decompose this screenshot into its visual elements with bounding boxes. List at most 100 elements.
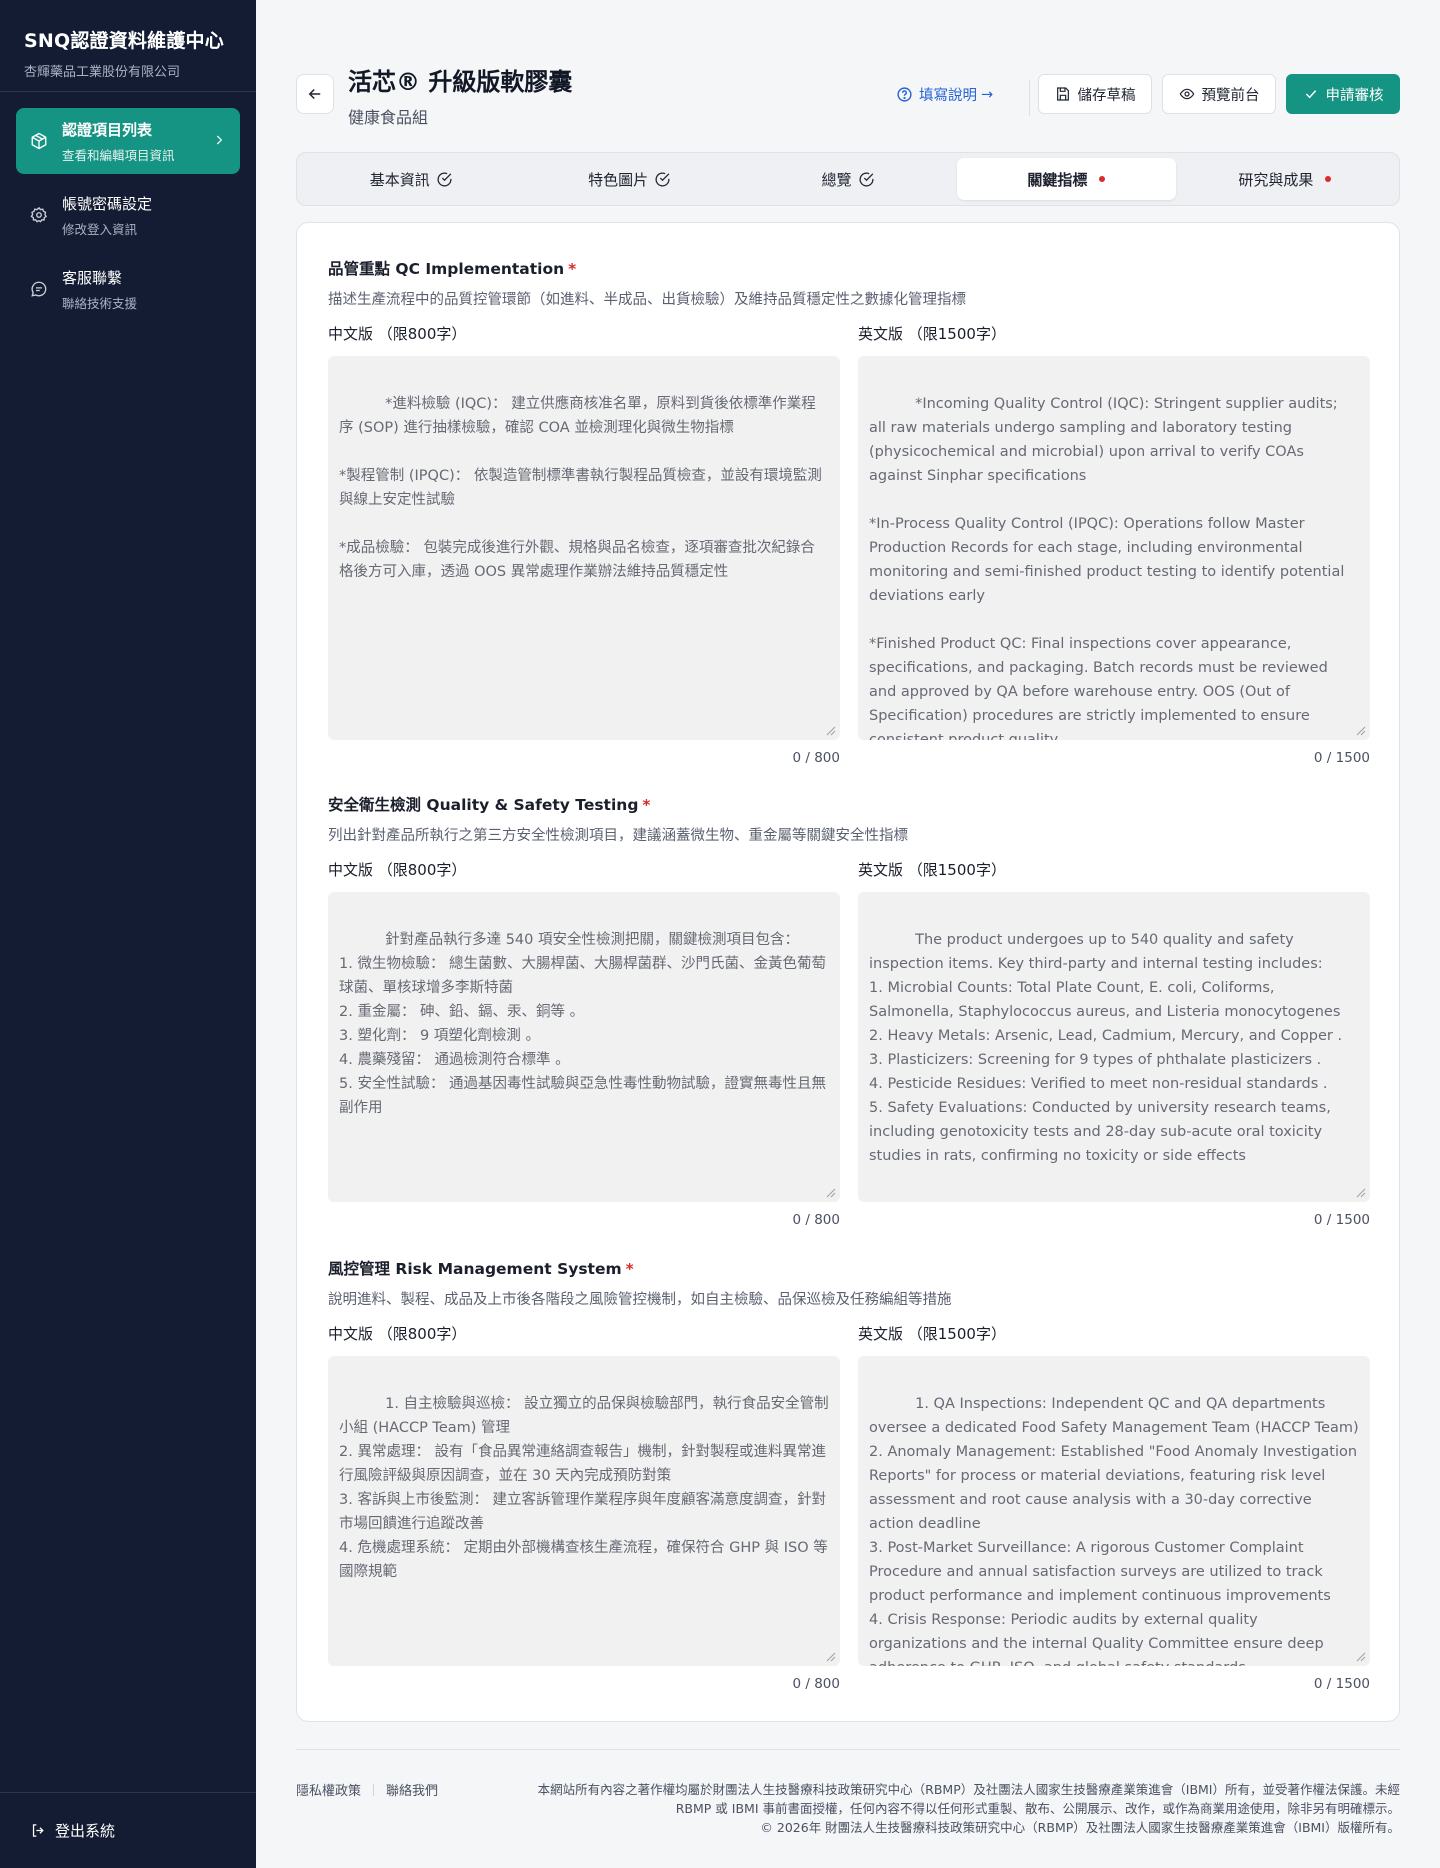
page-subtitle: 健康食品組 bbox=[348, 108, 429, 127]
tab-key-indicators[interactable]: 關鍵指標 bbox=[957, 158, 1176, 200]
submit-review-button[interactable]: 申請審核 bbox=[1286, 74, 1400, 114]
save-icon bbox=[1056, 87, 1069, 101]
sidebar-item-certification-list[interactable]: 認證項目列表 查看和編輯項目資訊 bbox=[16, 108, 240, 174]
sidebar-item-account-settings[interactable]: 帳號密碼設定 修改登入資訊 bbox=[16, 182, 240, 248]
tab-label: 關鍵指標 bbox=[1027, 170, 1088, 189]
en-label: 英文版 （限1500字） bbox=[858, 861, 1006, 879]
en-char-counter: 0 / 1500 bbox=[1313, 750, 1370, 766]
resize-handle-icon[interactable] bbox=[1354, 1186, 1366, 1198]
resize-handle-icon[interactable] bbox=[1354, 724, 1366, 736]
preview-label: 預覽前台 bbox=[1201, 87, 1260, 104]
logout-icon bbox=[32, 1824, 44, 1837]
sidebar: SNQ認證資料維護中心 杏輝藥品工業股份有限公司 認證項目列表 查看和編輯項目資… bbox=[0, 0, 256, 1868]
check-circle-icon bbox=[655, 172, 670, 187]
copyright-text: 本網站所有內容之著作權均屬於財團法人生技醫療科技政策研究中心（RBMP）及社團法… bbox=[537, 1782, 1400, 1816]
en-column: 英文版 （限1500字） *Incoming Quality Control (… bbox=[858, 323, 1370, 766]
zh-textarea[interactable]: 針對產品執行多達 540 項安全性檢測把關，關鍵檢測項目包含： 1. 微生物檢驗… bbox=[328, 892, 840, 1202]
question-circle-icon bbox=[897, 87, 912, 102]
section-description: 說明進料、製程、成品及上市後各階段之風險管控機制，如自主檢驗、品保巡檢及任務編組… bbox=[328, 1292, 952, 1308]
zh-text: 針對產品執行多達 540 項安全性檢測把關，關鍵檢測項目包含： 1. 微生物檢驗… bbox=[339, 932, 827, 1116]
required-dot bbox=[1325, 176, 1332, 182]
eye-icon bbox=[1179, 88, 1194, 100]
check-circle-icon bbox=[859, 172, 874, 187]
en-textarea[interactable]: 1. QA Inspections: Independent QC and QA… bbox=[858, 1356, 1370, 1666]
brand: SNQ認證資料維護中心 杏輝藥品工業股份有限公司 bbox=[0, 0, 256, 92]
en-label: 英文版 （限1500字） bbox=[858, 325, 1006, 343]
zh-textarea[interactable]: 1. 自主檢驗與巡檢： 設立獨立的品保與檢驗部門，執行食品安全管制小組 (HAC… bbox=[328, 1356, 840, 1666]
form-card: 品管重點 QC Implementation * 描述生產流程中的品質控管環節（如… bbox=[296, 222, 1400, 1722]
tab-label: 基本資訊 bbox=[369, 170, 430, 189]
resize-handle-icon[interactable] bbox=[824, 1650, 836, 1662]
tab-basic-info[interactable]: 基本資訊 bbox=[302, 158, 520, 200]
box-icon bbox=[30, 132, 48, 150]
chat-icon bbox=[30, 280, 48, 298]
arrow-right-icon: → bbox=[981, 86, 994, 103]
section-qc-implementation: 品管重點 QC Implementation * 描述生產流程中的品質控管環節（如… bbox=[328, 257, 1370, 766]
en-char-counter: 0 / 1500 bbox=[1313, 1212, 1370, 1228]
required-mark: * bbox=[625, 1260, 634, 1278]
save-draft-button[interactable]: 儲存草稿 bbox=[1038, 74, 1152, 114]
tab-overview[interactable]: 總覽 bbox=[739, 158, 957, 200]
en-label: 英文版 （限1500字） bbox=[858, 1325, 1006, 1343]
sidebar-item-label: 客服聯繫 bbox=[62, 268, 123, 287]
zh-textarea[interactable]: *進料檢驗 (IQC)： 建立供應商核准名單，原料到貨後依標準作業程序 (SOP… bbox=[328, 356, 840, 740]
section-title: 風控管理 Risk Management System * bbox=[328, 1260, 634, 1278]
zh-text: 1. 自主檢驗與巡檢： 設立獨立的品保與檢驗部門，執行食品安全管制小組 (HAC… bbox=[339, 1396, 829, 1580]
en-textarea[interactable]: The product undergoes up to 540 quality … bbox=[858, 892, 1370, 1202]
en-text: The product undergoes up to 540 quality … bbox=[869, 932, 1343, 1164]
copyright-line: © 2026年 財團法人生技醫療科技政策研究中心（RBMP）及社團法人國家生技醫… bbox=[760, 1820, 1400, 1835]
section-risk-management: 風控管理 Risk Management System * 說明進料、製程、成品及… bbox=[328, 1257, 1370, 1697]
help-link-label: 填寫說明 bbox=[919, 88, 977, 104]
en-column: 英文版 （限1500字） The product undergoes up to… bbox=[858, 859, 1370, 1228]
en-textarea[interactable]: *Incoming Quality Control (IQC): Stringe… bbox=[858, 356, 1370, 740]
contact-link[interactable]: 聯絡我們 bbox=[386, 1780, 438, 1799]
resize-handle-icon[interactable] bbox=[1354, 1650, 1366, 1662]
section-title: 安全衛生檢測 Quality & Safety Testing * bbox=[328, 796, 651, 814]
check-icon bbox=[1305, 90, 1316, 99]
help-link[interactable]: 填寫說明 → bbox=[896, 84, 993, 105]
preview-button[interactable]: 預覽前台 bbox=[1162, 74, 1276, 114]
logout-button[interactable]: 登出系統 bbox=[0, 1792, 256, 1868]
back-button[interactable] bbox=[296, 74, 334, 114]
required-mark: * bbox=[642, 796, 651, 814]
zh-char-counter: 0 / 800 bbox=[792, 1676, 841, 1692]
en-text: 1. QA Inspections: Independent QC and QA… bbox=[869, 1396, 1359, 1666]
logout-label: 登出系統 bbox=[55, 1822, 116, 1840]
zh-column: 中文版 （限800字） *進料檢驗 (IQC)： 建立供應商核准名單，原料到貨後… bbox=[328, 323, 840, 766]
sidebar-item-customer-service[interactable]: 客服聯繫 聯絡技術支援 bbox=[16, 256, 240, 322]
zh-label: 中文版 （限800字） bbox=[328, 325, 467, 343]
zh-text: *進料檢驗 (IQC)： 建立供應商核准名單，原料到貨後依標準作業程序 (SOP… bbox=[339, 396, 822, 580]
page-header: 活芯® 升級版軟膠囊 健康食品組 填寫說明 → 儲存草稿 預覽前台 申請審核 基… bbox=[296, 0, 1400, 206]
save-draft-label: 儲存草稿 bbox=[1077, 87, 1136, 104]
zh-column: 中文版 （限800字） 針對產品執行多達 540 項安全性檢測把關，關鍵檢測項目… bbox=[328, 859, 840, 1228]
en-column: 英文版 （限1500字） 1. QA Inspections: Independ… bbox=[858, 1323, 1370, 1692]
sidebar-nav: 認證項目列表 查看和編輯項目資訊 帳號密碼設定 修改登入資訊 客服聯繫 聯絡技術… bbox=[0, 92, 256, 346]
company-name: 杏輝藥品工業股份有限公司 bbox=[24, 65, 181, 80]
main-content: 活芯® 升級版軟膠囊 健康食品組 填寫說明 → 儲存草稿 預覽前台 申請審核 基… bbox=[296, 0, 1400, 1835]
toolbar-divider bbox=[1029, 80, 1030, 116]
zh-label: 中文版 （限800字） bbox=[328, 1325, 467, 1343]
arrow-left-icon bbox=[308, 88, 321, 100]
section-description: 描述生產流程中的品質控管環節（如進料、半成品、出貨檢驗）及維持品質穩定性之數據化… bbox=[328, 292, 966, 308]
zh-char-counter: 0 / 800 bbox=[792, 750, 841, 766]
gear-icon bbox=[30, 206, 48, 224]
brand-title: SNQ認證資料維護中心 bbox=[24, 30, 224, 52]
zh-char-counter: 0 / 800 bbox=[792, 1212, 841, 1228]
check-circle-icon bbox=[437, 172, 452, 187]
page-footer: 隱私權政策 聯絡我們 本網站所有內容之著作權均屬於財團法人生技醫療科技政策研究中… bbox=[296, 1749, 1400, 1835]
resize-handle-icon[interactable] bbox=[824, 1186, 836, 1198]
en-char-counter: 0 / 1500 bbox=[1313, 1676, 1370, 1692]
resize-handle-icon[interactable] bbox=[824, 724, 836, 736]
sidebar-item-label: 帳號密碼設定 bbox=[62, 194, 153, 213]
copyright-notice: 本網站所有內容之著作權均屬於財團法人生技醫療科技政策研究中心（RBMP）及社團法… bbox=[500, 1780, 1400, 1837]
tab-label: 總覽 bbox=[821, 170, 852, 189]
sidebar-item-sub: 聯絡技術支援 bbox=[62, 295, 138, 311]
tab-label: 研究與成果 bbox=[1238, 170, 1314, 189]
tab-feature-images[interactable]: 特色圖片 bbox=[520, 158, 738, 200]
privacy-link[interactable]: 隱私權政策 bbox=[296, 1780, 361, 1799]
tab-label: 特色圖片 bbox=[588, 170, 649, 189]
required-mark: * bbox=[568, 260, 577, 278]
section-quality-safety-testing: 安全衛生檢測 Quality & Safety Testing * 列出針對產品所… bbox=[328, 793, 1370, 1233]
chevron-right-icon bbox=[212, 132, 226, 146]
tab-research-results[interactable]: 研究與成果 bbox=[1176, 158, 1394, 200]
